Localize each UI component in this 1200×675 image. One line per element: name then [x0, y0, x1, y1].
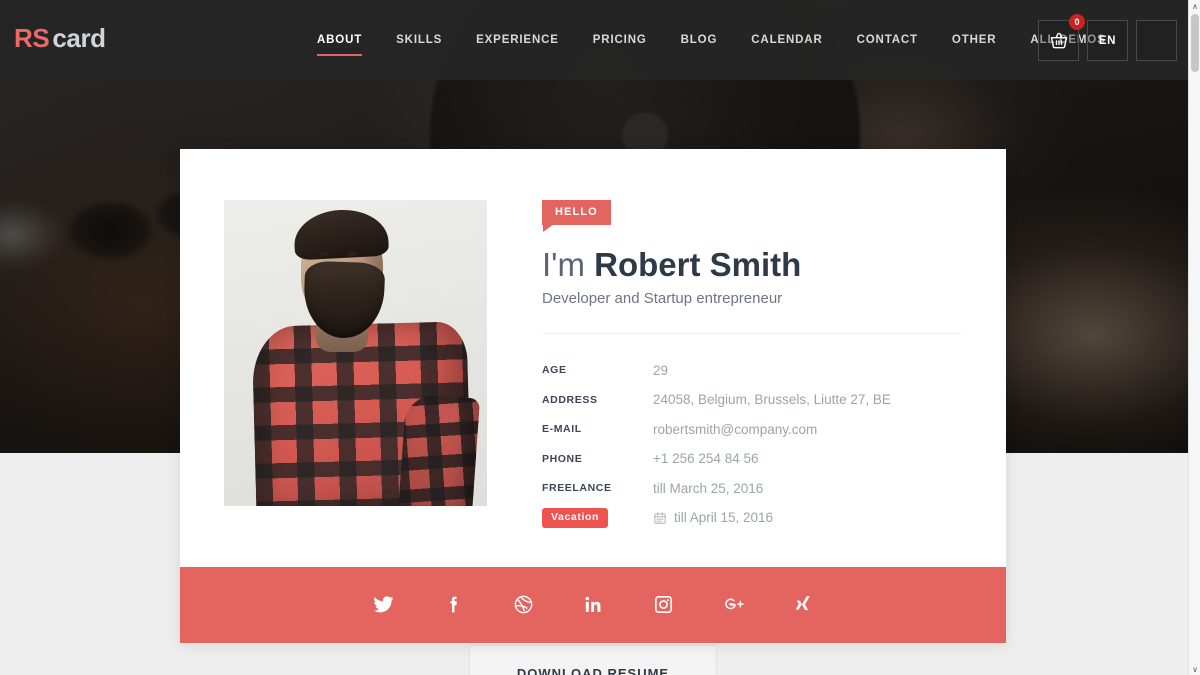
- cart-button[interactable]: 0: [1038, 14, 1085, 61]
- cart-count-badge: 0: [1069, 14, 1085, 30]
- calendar-icon: [653, 511, 667, 525]
- profile-info-table: AGE 29 ADDRESS 24058, Belgium, Brussels,…: [542, 356, 962, 533]
- social-link-instagram[interactable]: [628, 567, 698, 643]
- logo-primary: RS: [14, 23, 50, 53]
- info-label-vacation: Vacation: [542, 508, 653, 528]
- social-link-googleplus[interactable]: [698, 567, 768, 643]
- info-label-phone: PHONE: [542, 452, 583, 465]
- nav-item-skills[interactable]: SKILLS: [379, 0, 459, 80]
- avatar-illustration: [224, 200, 487, 506]
- language-button[interactable]: EN: [1087, 20, 1128, 61]
- social-link-facebook[interactable]: [418, 567, 488, 643]
- nav-item-blog[interactable]: BLOG: [664, 0, 735, 80]
- info-label-freelance: FREELANCE: [542, 482, 612, 495]
- nav-item-about[interactable]: ABOUT: [300, 0, 379, 80]
- nav-item-pricing[interactable]: PRICING: [576, 0, 664, 80]
- info-row-address: ADDRESS 24058, Belgium, Brussels, Liutte…: [542, 385, 962, 415]
- linkedin-icon: [583, 594, 604, 615]
- info-value-vacation: till April 15, 2016: [653, 510, 773, 525]
- google-plus-icon: [722, 593, 745, 616]
- main-navigation: ABOUT SKILLS EXPERIENCE PRICING BLOG CAL…: [300, 0, 1123, 80]
- page-root: RS card ABOUT SKILLS EXPERIENCE PRICING B…: [0, 0, 1200, 675]
- site-logo[interactable]: RS card: [14, 25, 106, 51]
- social-link-dribbble[interactable]: [488, 567, 558, 643]
- info-value-age: 29: [653, 362, 669, 378]
- basket-icon: [1049, 31, 1069, 51]
- info-row-email: E-MAIL robertsmith@company.com: [542, 415, 962, 445]
- hello-badge: HELLO: [542, 200, 611, 232]
- social-links-bar: [180, 566, 1006, 643]
- nav-item-other[interactable]: OTHER: [935, 0, 1014, 80]
- logo-secondary: card: [52, 23, 106, 53]
- info-divider: [542, 332, 962, 334]
- info-row-freelance: FREELANCE till March 25, 2016: [542, 474, 962, 504]
- social-link-xing[interactable]: [768, 567, 838, 643]
- profile-photo-column: [224, 200, 487, 533]
- scroll-up-arrow-icon[interactable]: ∧: [1189, 0, 1200, 12]
- name-prefix: I'm: [542, 246, 585, 283]
- dribbble-icon: [513, 594, 534, 615]
- page-scrollbar[interactable]: ∧ ∨: [1188, 0, 1200, 675]
- info-value-phone: +1 256 254 84 56: [653, 451, 759, 467]
- page-title: I'm Robert Smith: [542, 247, 962, 283]
- profile-info-column: HELLO I'm Robert Smith Developer and Sta…: [487, 200, 962, 533]
- vacation-date-text: till April 15, 2016: [674, 510, 774, 526]
- header-tools: 0 EN: [1038, 14, 1177, 61]
- menu-button[interactable]: [1136, 20, 1177, 61]
- scrollbar-thumb[interactable]: [1191, 14, 1199, 72]
- profile-card: HELLO I'm Robert Smith Developer and Sta…: [180, 149, 1006, 643]
- info-value-email[interactable]: robertsmith@company.com: [653, 422, 817, 437]
- nav-item-calendar[interactable]: CALENDAR: [734, 0, 839, 80]
- info-value-address: 24058, Belgium, Brussels, Liutte 27, BE: [653, 392, 891, 408]
- nav-item-contact[interactable]: CONTACT: [840, 0, 935, 80]
- info-label-email: E-MAIL: [542, 423, 582, 436]
- info-label-address: ADDRESS: [542, 393, 598, 406]
- facebook-icon: [443, 594, 464, 615]
- info-value-freelance: till March 25, 2016: [653, 480, 764, 496]
- download-resume-button[interactable]: DOWNLOAD RESUME: [469, 645, 717, 675]
- status-badge: Vacation: [542, 508, 608, 528]
- social-link-twitter[interactable]: [348, 567, 418, 643]
- profile-subtitle: Developer and Startup entrepreneur: [542, 289, 783, 307]
- scroll-down-arrow-icon[interactable]: ∨: [1189, 663, 1200, 675]
- nav-item-experience[interactable]: EXPERIENCE: [459, 0, 576, 80]
- info-label-age: AGE: [542, 364, 567, 377]
- info-row-vacation: Vacation till April 15, 2016: [542, 503, 962, 533]
- name-main: Robert Smith: [594, 246, 802, 283]
- twitter-icon: [373, 594, 394, 615]
- site-header: RS card ABOUT SKILLS EXPERIENCE PRICING B…: [0, 0, 1188, 80]
- profile-card-body: HELLO I'm Robert Smith Developer and Sta…: [180, 149, 1006, 567]
- social-link-linkedin[interactable]: [558, 567, 628, 643]
- info-row-phone: PHONE +1 256 254 84 56: [542, 444, 962, 474]
- avatar: [224, 200, 487, 506]
- instagram-icon: [653, 594, 674, 615]
- info-row-age: AGE 29: [542, 356, 962, 386]
- xing-icon: [793, 594, 814, 615]
